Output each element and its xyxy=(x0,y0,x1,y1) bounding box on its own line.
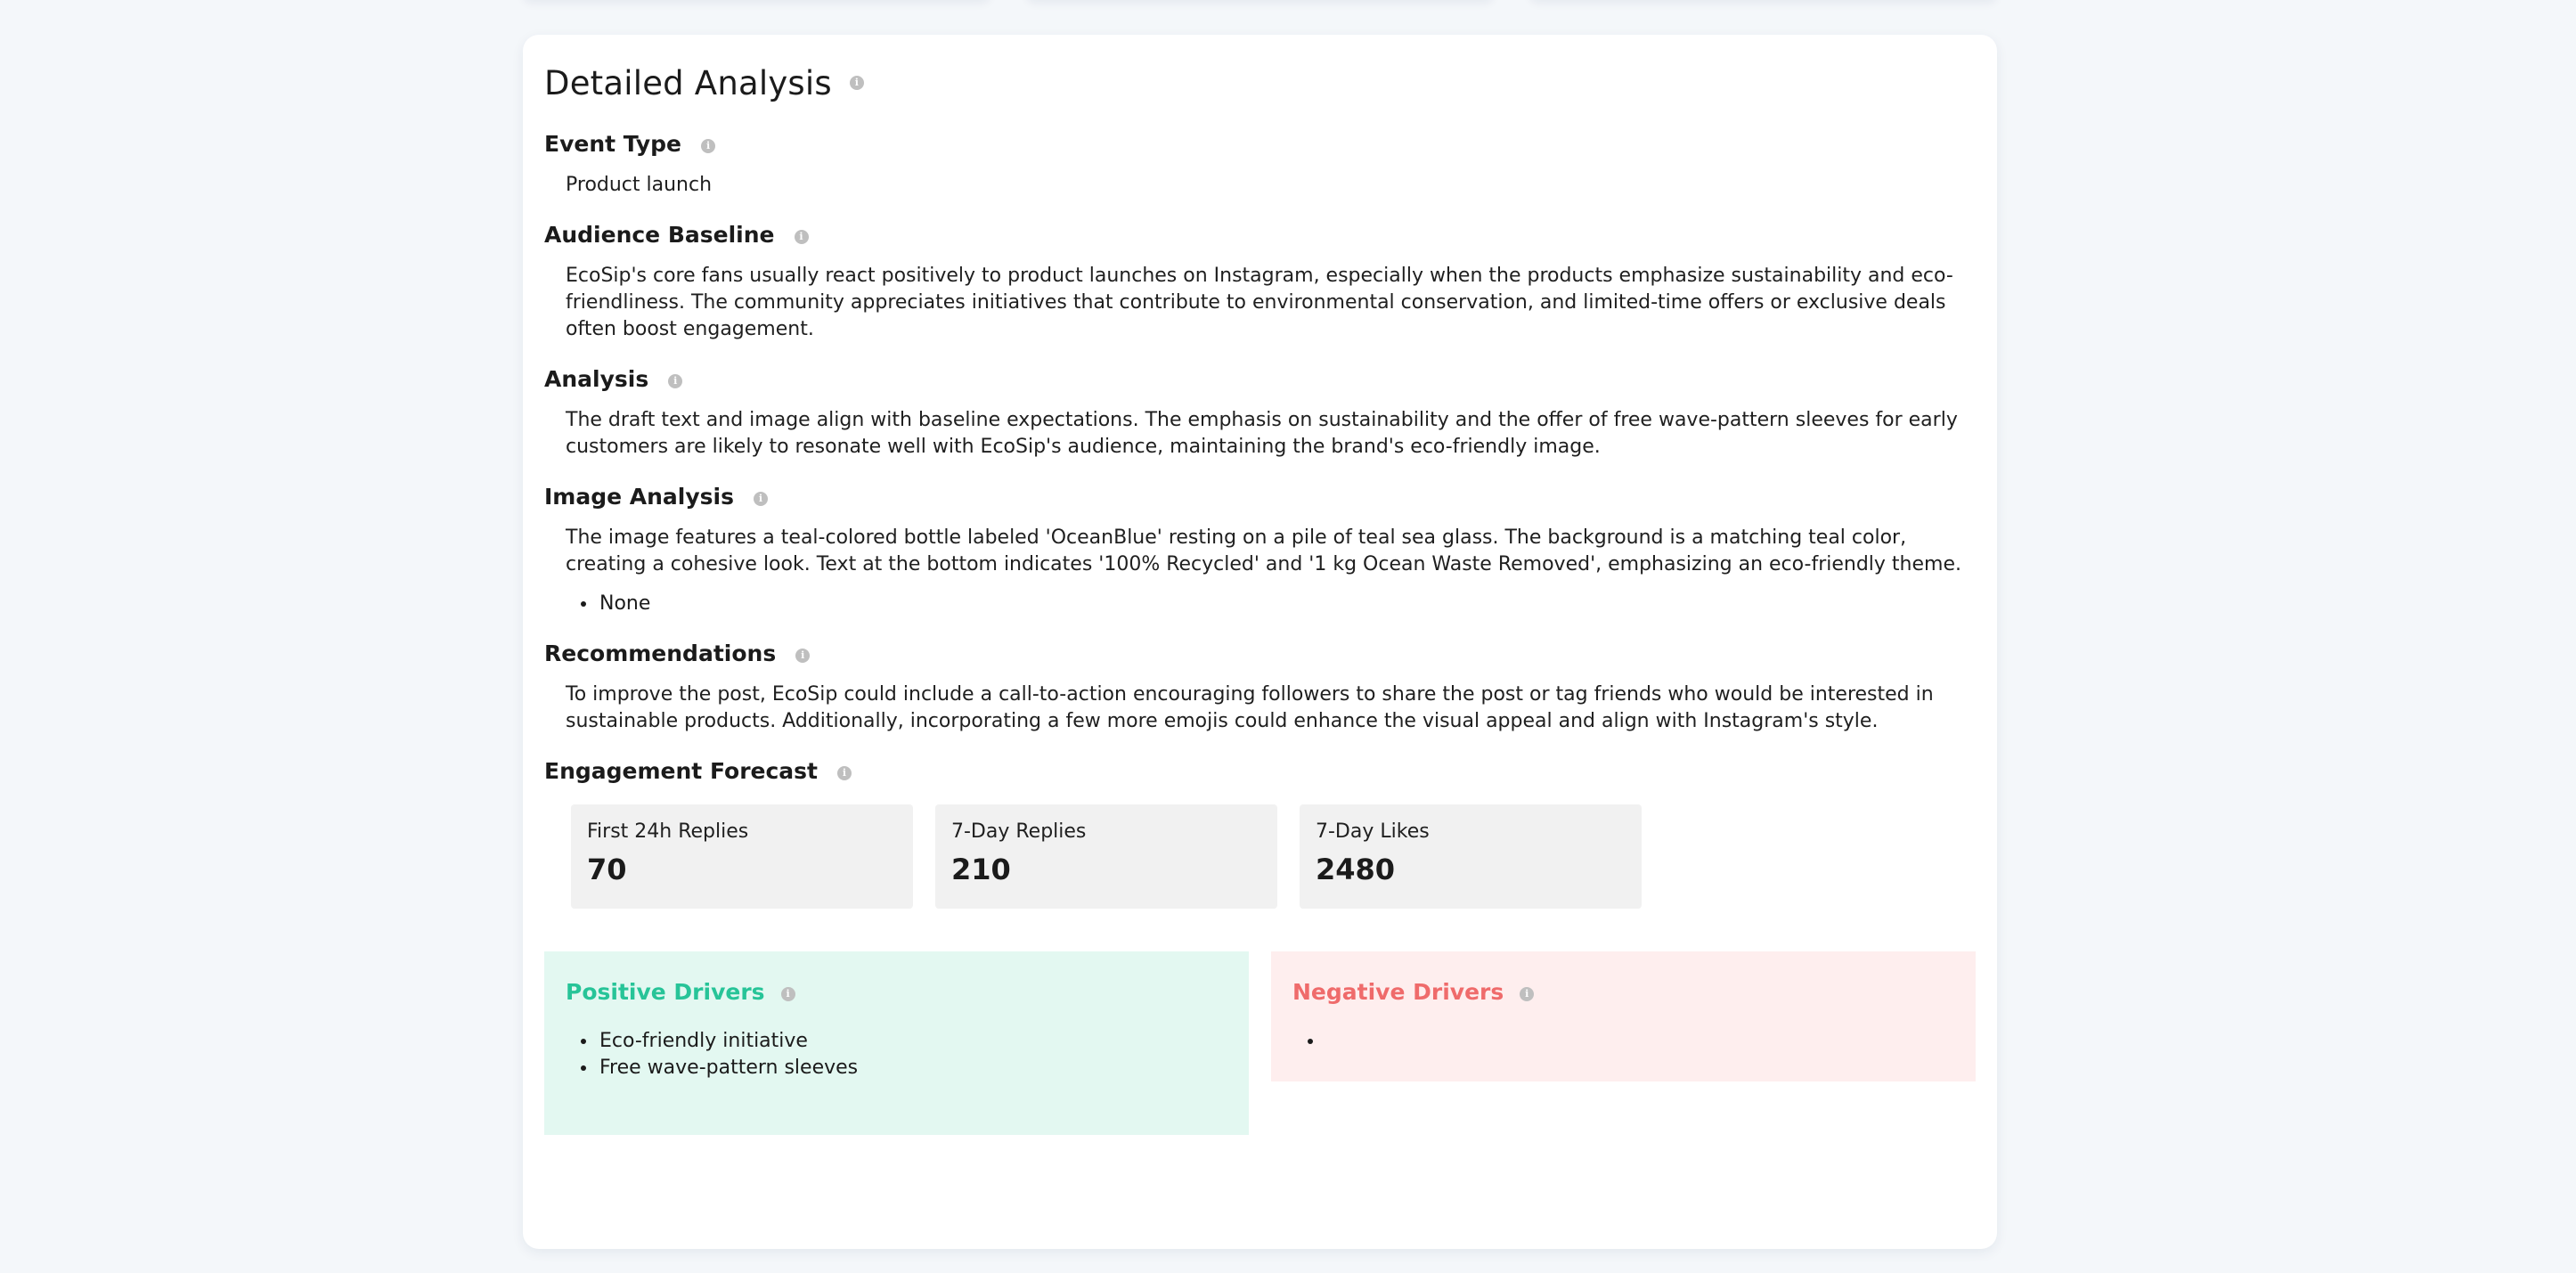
drivers-row: Positive Drivers i Eco-friendly initiati… xyxy=(544,951,1976,1135)
list-item: Free wave-pattern sleeves xyxy=(598,1055,1227,1081)
info-icon[interactable]: i xyxy=(701,139,716,153)
positive-drivers-list: Eco-friendly initiative Free wave-patter… xyxy=(566,1028,1227,1081)
info-icon[interactable]: i xyxy=(837,766,852,780)
negative-drivers-title: Negative Drivers xyxy=(1292,978,1504,1005)
positive-drivers-header: Positive Drivers i xyxy=(566,976,1227,1007)
section-label: Analysis xyxy=(544,365,649,392)
section-header-event-type: Event Type i xyxy=(544,127,1976,159)
metric-7-day-replies: 7-Day Replies 210 xyxy=(935,804,1277,909)
analysis-text: The draft text and image align with base… xyxy=(566,409,1958,458)
section-header-image-analysis: Image Analysis i xyxy=(544,480,1976,512)
section-label: Recommendations xyxy=(544,640,777,666)
metric-label: First 24h Replies xyxy=(587,820,749,843)
info-icon[interactable]: i xyxy=(794,230,809,244)
list-item: Eco-friendly initiative xyxy=(598,1028,1227,1055)
detailed-analysis-card: Detailed Analysis i Event Type i Product… xyxy=(523,35,1997,1249)
info-icon[interactable]: i xyxy=(668,374,683,388)
positive-drivers-panel: Positive Drivers i Eco-friendly initiati… xyxy=(544,951,1249,1135)
metric-value: 70 xyxy=(587,853,627,886)
section-header-recommendations: Recommendations i xyxy=(544,637,1976,669)
info-icon[interactable]: i xyxy=(780,987,795,1001)
page-title: Detailed Analysis xyxy=(544,63,832,102)
audience-baseline-text: EcoSip's core fans usually react positiv… xyxy=(566,265,1953,340)
metric-label: 7-Day Replies xyxy=(951,820,1087,843)
metric-label: 7-Day Likes xyxy=(1316,820,1430,843)
metric-value: 2480 xyxy=(1316,853,1396,886)
section-label: Audience Baseline xyxy=(544,221,775,248)
section-header-analysis: Analysis i xyxy=(544,363,1976,395)
recommendations-text: To improve the post, EcoSip could includ… xyxy=(566,683,1934,732)
section-label: Event Type xyxy=(544,130,682,157)
list-item: None xyxy=(598,591,1976,617)
card-header: Detailed Analysis i xyxy=(544,58,1976,108)
negative-drivers-header: Negative Drivers i xyxy=(1292,976,1954,1007)
engagement-metrics: First 24h Replies 70 7-Day Replies 210 7… xyxy=(544,804,1976,909)
section-label: Engagement Forecast xyxy=(544,757,818,784)
section-header-engagement-forecast: Engagement Forecast i xyxy=(544,755,1976,787)
event-type-value: Product launch xyxy=(566,174,713,196)
section-header-audience-baseline: Audience Baseline i xyxy=(544,218,1976,250)
list-item xyxy=(1325,1028,1954,1055)
negative-drivers-panel: Negative Drivers i xyxy=(1271,951,1976,1081)
negative-drivers-list xyxy=(1292,1028,1954,1055)
info-icon[interactable]: i xyxy=(795,649,811,663)
info-icon[interactable]: i xyxy=(754,492,768,506)
section-label: Image Analysis xyxy=(544,483,734,510)
info-icon[interactable]: i xyxy=(1520,987,1535,1001)
metric-first-24h-replies: First 24h Replies 70 xyxy=(571,804,913,909)
image-analysis-text: The image features a teal-colored bottle… xyxy=(566,526,1961,575)
image-analysis-bullets: None xyxy=(544,591,1976,617)
metric-7-day-likes: 7-Day Likes 2480 xyxy=(1300,804,1642,909)
positive-drivers-title: Positive Drivers xyxy=(566,978,765,1005)
info-icon[interactable]: i xyxy=(849,76,864,90)
metric-value: 210 xyxy=(951,853,1011,886)
